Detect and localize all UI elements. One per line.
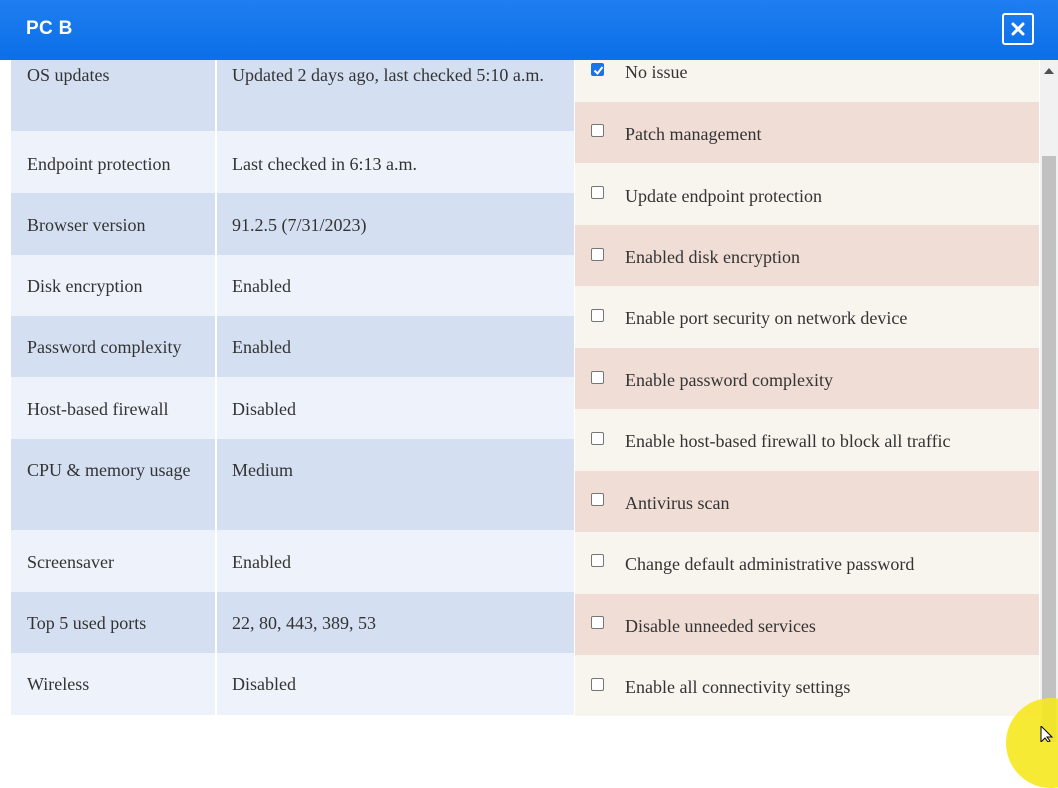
- list-item[interactable]: Change default administrative password: [575, 532, 1039, 594]
- option-label: Enabled disk encryption: [625, 247, 800, 267]
- row-value: Updated 2 days ago, last checked 5:10 a.…: [232, 65, 544, 85]
- row-name: Endpoint protection: [11, 131, 217, 193]
- option-label: No issue: [625, 62, 688, 82]
- list-item[interactable]: No issue: [575, 60, 1039, 102]
- option-label: Enable port security on network device: [625, 308, 908, 328]
- dialog-content: OS updates Updated 2 days ago, last chec…: [0, 60, 1058, 742]
- row-name: Disk encryption: [11, 255, 217, 316]
- close-button[interactable]: [1002, 13, 1034, 45]
- option-label: Antivirus scan: [625, 493, 730, 513]
- list-item[interactable]: Update endpoint protection: [575, 163, 1039, 225]
- option-label: Change default administrative password: [625, 554, 915, 574]
- row-name: Wireless: [11, 653, 217, 715]
- row-value: Disabled: [232, 674, 296, 694]
- table-row: OS updates Updated 2 days ago, last chec…: [11, 60, 574, 131]
- table-row: Password complexity Enabled: [11, 316, 574, 377]
- row-name: Screensaver: [11, 530, 217, 592]
- table-row: Wireless Disabled: [11, 653, 574, 715]
- table-row: Endpoint protection Last checked in 6:13…: [11, 131, 574, 193]
- option-label: Update endpoint protection: [625, 186, 822, 206]
- checkbox[interactable]: [591, 554, 604, 567]
- list-item[interactable]: Disable unneeded services: [575, 594, 1039, 655]
- list-item[interactable]: Antivirus scan: [575, 471, 1039, 532]
- row-name: Top 5 used ports: [11, 592, 217, 653]
- checkbox[interactable]: [591, 248, 604, 261]
- option-label: Disable unneeded services: [625, 616, 816, 636]
- scroll-up-arrow-icon[interactable]: [1044, 68, 1054, 74]
- checkbox[interactable]: [591, 309, 604, 322]
- list-item[interactable]: Enable host-based firewall to block all …: [575, 409, 1039, 471]
- row-value: Enabled: [232, 276, 291, 296]
- row-value: Enabled: [232, 337, 291, 357]
- row-value: 22, 80, 443, 389, 53: [232, 613, 376, 633]
- checkbox[interactable]: [591, 124, 604, 137]
- scroll-thumb[interactable]: [1042, 156, 1056, 742]
- vertical-scrollbar[interactable]: [1040, 60, 1058, 742]
- row-name: OS updates: [11, 60, 217, 131]
- option-label: Patch management: [625, 124, 762, 144]
- checkbox[interactable]: [591, 371, 604, 384]
- row-value: Last checked in 6:13 a.m.: [232, 154, 417, 174]
- dialog-title: PC B: [26, 18, 73, 39]
- table-row: Browser version 91.2.5 (7/31/2023): [11, 193, 574, 255]
- dialog-titlebar: PC B: [0, 0, 1058, 60]
- list-item[interactable]: Patch management: [575, 102, 1039, 163]
- checkbox[interactable]: [591, 678, 604, 691]
- checkbox[interactable]: [591, 616, 604, 629]
- checkbox[interactable]: [591, 432, 604, 445]
- row-name: Browser version: [11, 193, 217, 255]
- table-row: Top 5 used ports 22, 80, 443, 389, 53: [11, 592, 574, 653]
- table-row: Screensaver Enabled: [11, 530, 574, 592]
- checkbox[interactable]: [591, 493, 604, 506]
- row-value: Disabled: [232, 399, 296, 419]
- list-item[interactable]: Enable password complexity: [575, 348, 1039, 409]
- option-label: Enable all connectivity settings: [625, 677, 851, 697]
- row-name: Host-based firewall: [11, 377, 217, 439]
- list-item[interactable]: Enable port security on network device: [575, 286, 1039, 348]
- list-item[interactable]: Enabled disk encryption: [575, 225, 1039, 286]
- table-row: Host-based firewall Disabled: [11, 377, 574, 439]
- row-value: Enabled: [232, 552, 291, 572]
- checkbox[interactable]: [591, 63, 604, 76]
- close-icon: [1011, 22, 1025, 36]
- row-name: CPU & memory usage: [11, 439, 217, 530]
- row-value: 91.2.5 (7/31/2023): [232, 215, 367, 235]
- row-value: Medium: [232, 460, 293, 480]
- list-item[interactable]: Enable all connectivity settings: [575, 655, 1039, 716]
- row-name: Password complexity: [11, 316, 217, 377]
- mouse-pointer-icon: [1040, 726, 1054, 742]
- option-label: Enable password complexity: [625, 370, 833, 390]
- table-row: CPU & memory usage Medium: [11, 439, 574, 530]
- checkbox[interactable]: [591, 186, 604, 199]
- option-label: Enable host-based firewall to block all …: [625, 431, 951, 451]
- table-row: Disk encryption Enabled: [11, 255, 574, 316]
